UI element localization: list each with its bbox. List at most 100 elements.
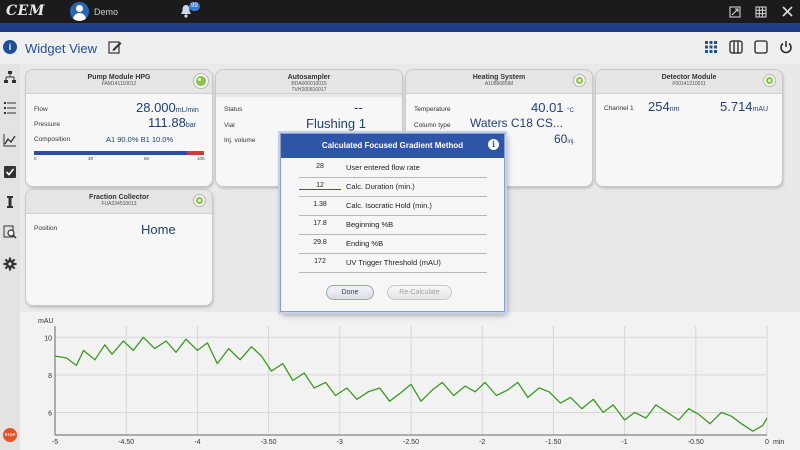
x-tick-label: -1.50 (545, 439, 561, 446)
chromatogram-chart[interactable]: -5 -4.50 -4 -3.50 -3 -2.50 -2 -1.50 -1 -0.50 0 6 8 10… (20, 312, 800, 450)
single-view-icon[interactable] (753, 39, 769, 55)
dialog-header: Calculated Focused Gradient Method i (281, 134, 504, 158)
autosampler-status-label: Status (224, 106, 243, 113)
fraction-serial: FUA234510013 (101, 201, 137, 207)
uv-threshold-label: UV Trigger Threshold (mAU) (346, 258, 441, 267)
heating-column-value: Waters C18 CS... (470, 116, 563, 130)
heating-title: Heating System (472, 74, 526, 81)
composition-bar (34, 151, 204, 155)
autosampler-status-value: -- (354, 100, 363, 115)
comp-tick: 100 (197, 156, 205, 161)
columns-view-icon[interactable] (728, 39, 744, 55)
flow-rate-value: 28 (316, 163, 324, 170)
user-name[interactable]: Demo (94, 7, 118, 17)
settings-gear-icon[interactable] (3, 257, 17, 271)
x-tick-label: -3 (337, 439, 343, 446)
heating-temp-value: 40.01 °C (531, 100, 574, 115)
dialog-row-beginning-b: 17.8 Beginning %B (299, 216, 487, 235)
autosampler-serial-2: TVH200810017 (291, 87, 327, 93)
detector-wavelength: 254nm (648, 99, 680, 114)
pump-status-indicator (194, 74, 208, 88)
duration-input[interactable]: 12 (299, 182, 341, 190)
heating-temp-label: Temperature (414, 106, 451, 113)
x-axis-unit: min (773, 439, 784, 446)
beginning-b-label: Beginning %B (346, 220, 394, 229)
dialog-row-ending-b: 29.8 Ending %B (299, 235, 487, 254)
autosampler-vial-label: Vial (224, 122, 235, 129)
window-mode-icon[interactable] (722, 0, 748, 23)
power-icon[interactable] (778, 39, 794, 55)
composition-b-fill (187, 151, 204, 155)
pump-module-widget[interactable]: Pump Module HPG FAM141110012 Flow 28.000… (26, 70, 212, 186)
detector-absorbance: 5.714mAU (720, 99, 769, 114)
home-icon[interactable]: i (3, 40, 17, 54)
x-tick-label: 0 (765, 439, 769, 446)
accent-strip (0, 23, 800, 32)
beginning-b-value: 17.8 (313, 220, 327, 227)
isocratic-hold-label: Calc. Isocratic Hold (min.) (346, 201, 432, 210)
left-sidebar (0, 64, 20, 450)
top-bar: CEM Demo 99 (0, 0, 800, 23)
detector-status-indicator (764, 75, 775, 86)
pump-flow-label: Flow (34, 106, 48, 113)
y-tick-label: 10 (44, 335, 52, 342)
autosampler-inj-label: Inj. volume (224, 137, 256, 144)
x-tick-label: -2 (479, 439, 485, 446)
done-button[interactable]: Done (326, 285, 374, 300)
checkbox-icon[interactable] (3, 165, 17, 179)
fraction-position-label: Position (34, 225, 58, 232)
heating-serial: A1086685IM (484, 81, 514, 87)
heating-status-indicator (574, 75, 585, 86)
y-axis-label: mAU (38, 318, 54, 325)
column-tool-icon[interactable] (3, 195, 17, 209)
heating-inj-value: 60inj. (554, 132, 576, 146)
duration-label: Calc. Duration (min.) (346, 182, 415, 191)
fraction-status-indicator (194, 195, 205, 206)
edit-icon[interactable] (108, 40, 122, 54)
close-icon[interactable] (774, 0, 800, 23)
heating-column-label: Column type (414, 122, 451, 129)
x-tick-label: -4 (194, 439, 200, 446)
user-avatar-icon[interactable] (70, 2, 89, 21)
x-tick-label: -5 (52, 439, 58, 446)
app-logo: CEM (6, 3, 45, 19)
detector-channel-label: Channel 1 (604, 105, 634, 112)
uv-threshold-value: 172 (314, 258, 326, 265)
dialog-row-isocratic-hold: 1.38 Calc. Isocratic Hold (min.) (299, 197, 487, 216)
x-tick-label: -0.50 (688, 439, 704, 446)
x-tick-label: -1 (621, 439, 627, 446)
ending-b-label: Ending %B (346, 239, 384, 248)
page-title: Widget View (25, 41, 98, 56)
pump-pressure-label: Pressure (34, 121, 61, 128)
composition-ticks: 0 30 60 100 (34, 156, 206, 162)
pump-pressure-value: 111.88bar (148, 115, 196, 130)
detector-module-widget[interactable]: Detector Module F00141210011 Channel 1 2… (596, 70, 782, 186)
gradient-method-dialog: Calculated Focused Gradient Method i 28 … (280, 133, 505, 312)
dialog-row-duration: 12 Calc. Duration (min.) (299, 178, 487, 197)
search-document-icon[interactable] (3, 225, 17, 239)
dialog-title: Calculated Focused Gradient Method (321, 141, 464, 150)
flow-rate-label: User entered flow rate (346, 163, 420, 172)
autosampler-title: Autosampler (287, 74, 331, 81)
y-tick-label: 6 (48, 410, 52, 417)
list-icon[interactable] (3, 101, 17, 115)
comp-tick: 0 (34, 156, 37, 161)
recalculate-button[interactable]: Re-Calculate (387, 285, 452, 300)
tile-view-icon[interactable] (703, 39, 719, 55)
fraction-collector-widget[interactable]: Fraction Collector FUA234510013 Position… (26, 190, 212, 305)
autosampler-vial-value: Flushing 1 (306, 116, 366, 131)
network-icon[interactable] (3, 70, 17, 84)
notification-badge: 99 (189, 2, 200, 11)
chart-icon[interactable] (3, 133, 17, 147)
detector-serial: F00141210011 (672, 81, 706, 87)
ending-b-value: 29.8 (313, 239, 327, 246)
pump-composition-label: Composition (34, 136, 71, 143)
stop-icon[interactable]: STOP (3, 428, 17, 442)
detector-title: Detector Module (661, 74, 717, 81)
chromatogram-svg: -5 -4.50 -4 -3.50 -3 -2.50 -2 -1.50 -1 -0.50 0 6 8 10… (38, 318, 784, 446)
dialog-row-uv-threshold: 172 UV Trigger Threshold (mAU) (299, 254, 487, 273)
grid-menu-icon[interactable] (748, 0, 774, 23)
pump-serial: FAM141110012 (101, 81, 137, 87)
info-icon[interactable]: i (488, 139, 499, 150)
pump-composition-value: A1 90.0% B1 10.0% (106, 135, 174, 144)
